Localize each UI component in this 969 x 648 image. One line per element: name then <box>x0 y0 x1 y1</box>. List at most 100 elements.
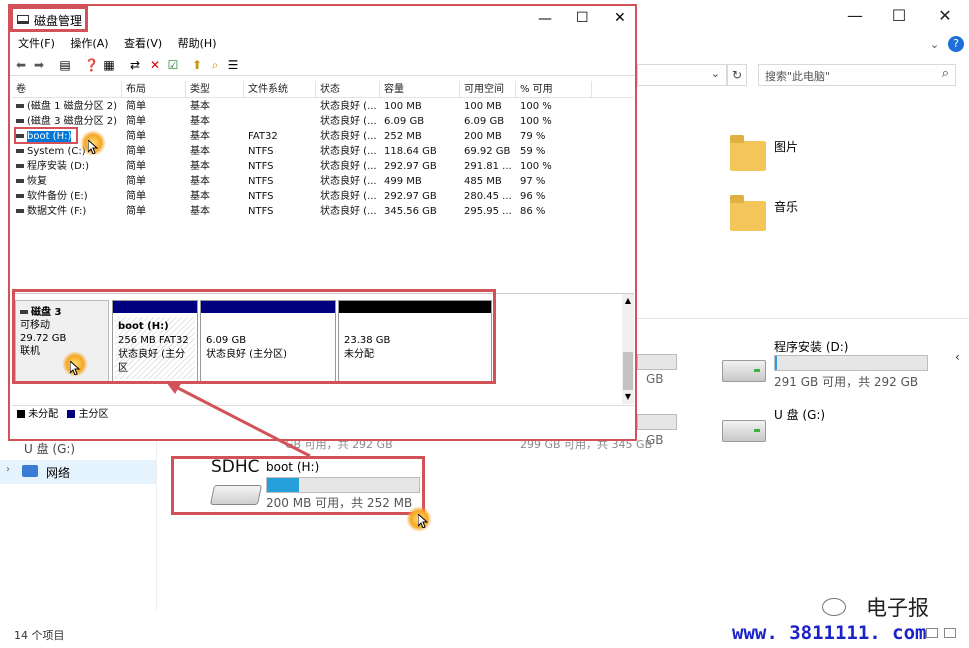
properties-icon[interactable]: ▤ <box>58 58 72 72</box>
nav-label-network: 网络 <box>46 466 71 480</box>
cell-layout: 简单 <box>126 131 146 142</box>
list-view-icon[interactable]: ☰ <box>226 58 240 72</box>
address-bar[interactable]: ⌄ <box>637 64 727 86</box>
minimize-button[interactable]: — <box>832 4 878 28</box>
divider <box>156 440 157 610</box>
maximize-button[interactable]: ☐ <box>876 4 922 28</box>
cell-status: 状态良好 (... <box>320 206 377 217</box>
column-header-status[interactable]: 状态 <box>316 81 380 98</box>
chevron-left-icon[interactable]: ‹ <box>955 350 969 370</box>
column-header-filesystem[interactable]: 文件系统 <box>244 81 316 98</box>
volume-name: (磁盘 3 磁盘分区 2) <box>27 116 118 127</box>
scroll-down-icon[interactable]: ▼ <box>622 392 634 401</box>
maximize-button[interactable]: ☐ <box>576 10 589 26</box>
help-icon[interactable]: ❓ <box>84 58 99 72</box>
disk-management-window: 磁盘管理 — ☐ ✕ 文件(F) 操作(A) 查看(V) 帮助(H) ⬅ ➡ ▤… <box>8 4 637 441</box>
column-header-layout[interactable]: 布局 <box>122 81 186 98</box>
column-header-percent-free[interactable]: % 可用 <box>516 81 592 98</box>
drive-name-h[interactable]: boot (H:) <box>266 460 319 474</box>
table-row[interactable]: 软件备份 (E:) 简单 基本 NTFS 状态良好 (... 292.97 GB 280.4… <box>12 189 634 204</box>
column-header-type[interactable]: 类型 <box>186 81 244 98</box>
vertical-scrollbar[interactable]: ▲ ▼ <box>622 294 634 404</box>
partition-unallocated[interactable]: 23.38 GB 未分配 <box>338 300 492 382</box>
chevron-down-icon[interactable]: ⌄ <box>930 38 939 51</box>
forward-icon[interactable]: ➡ <box>32 58 46 72</box>
cell-filesystem: NTFS <box>248 161 274 172</box>
cell-filesystem <box>244 99 316 114</box>
table-row[interactable]: (磁盘 1 磁盘分区 2) 简单 基本 状态良好 (... 100 MB 100 MB 10… <box>12 99 634 114</box>
cell-layout: 简单 <box>126 206 146 217</box>
column-header-capacity[interactable]: 容量 <box>380 81 460 98</box>
folder-label-music[interactable]: 音乐 <box>774 198 798 215</box>
back-icon[interactable]: ⬅ <box>14 58 28 72</box>
chevron-right-icon[interactable]: › <box>6 464 10 475</box>
volume-icon <box>16 179 24 183</box>
cell-free-space: 69.92 GB <box>464 146 511 157</box>
cell-type: 基本 <box>190 191 210 202</box>
minimize-button[interactable]: — <box>538 11 552 27</box>
refresh-icon[interactable]: ↻ <box>727 64 747 86</box>
details-view-icon[interactable] <box>926 628 938 638</box>
table-row[interactable]: (磁盘 3 磁盘分区 2) 简单 基本 状态良好 (... 6.09 GB 6.09 GB… <box>12 114 634 129</box>
nav-item-network[interactable]: › 网络 <box>0 460 156 484</box>
cell-type: 基本 <box>190 116 210 127</box>
menu-help[interactable]: 帮助(H) <box>178 34 217 54</box>
cell-free-space: 100 MB <box>464 101 502 112</box>
cell-filesystem: NTFS <box>248 176 274 187</box>
volume-icon <box>16 134 24 138</box>
menu-action[interactable]: 操作(A) <box>70 34 108 54</box>
volume-icon <box>16 149 24 153</box>
cell-percent-free: 97 % <box>520 176 546 187</box>
table-row[interactable]: 程序安装 (D:) 简单 基本 NTFS 状态良好 (... 292.97 GB 291.8… <box>12 159 634 174</box>
connect-icon[interactable]: ⇄ <box>128 58 142 72</box>
cell-free-space: 295.95 ... <box>464 206 512 217</box>
drive-free-partial: GB <box>646 372 664 386</box>
volume-name: System (C:) <box>27 146 86 157</box>
search-icon[interactable]: ⌕ <box>942 66 949 81</box>
partition-band <box>339 301 491 313</box>
search-folder-icon[interactable]: ⌕ <box>208 58 222 72</box>
table-row[interactable]: 数据文件 (F:) 简单 基本 NTFS 状态良好 (... 345.56 GB 295.9… <box>12 204 634 219</box>
table-row[interactable]: 恢复 简单 基本 NTFS 状态良好 (... 499 MB 485 MB 97 % <box>12 174 634 189</box>
scroll-up-icon[interactable]: ▲ <box>622 296 634 305</box>
cell-volume: 程序安装 (D:) <box>12 159 122 174</box>
close-button[interactable]: ✕ <box>614 10 626 26</box>
disk-name: 磁盘 3 <box>20 306 104 319</box>
folder-label-pictures[interactable]: 图片 <box>774 138 798 155</box>
help-icon[interactable]: ? <box>948 36 964 52</box>
drive-name-d[interactable]: 程序安装 (D:) <box>774 338 848 355</box>
cell-status: 状态良好 (... <box>320 161 377 172</box>
menu-file[interactable]: 文件(F) <box>18 34 55 54</box>
view-icon[interactable]: ▦ <box>102 58 116 72</box>
up-folder-icon[interactable]: ⬆ <box>190 58 204 72</box>
cell-layout: 简单 <box>126 191 146 202</box>
tiles-view-icon[interactable] <box>944 628 956 638</box>
volume-icon <box>16 209 24 213</box>
disk-state: 联机 <box>20 346 40 357</box>
partition-boot[interactable]: boot (H:) 256 MB FAT32 状态良好 (主分区 <box>112 300 198 382</box>
close-button[interactable]: ✕ <box>922 4 968 28</box>
drive-usage-bar-d <box>774 355 928 371</box>
partition-6gb[interactable]: 6.09 GB 状态良好 (主分区) <box>200 300 336 382</box>
cell-status: 状态良好 (... <box>320 176 377 187</box>
volume-icon <box>16 119 24 123</box>
volume-name: 数据文件 (F:) <box>27 206 87 217</box>
disk-label[interactable]: 磁盘 3 可移动 29.72 GB 联机 <box>15 300 109 382</box>
window-title: 磁盘管理 <box>34 14 83 28</box>
check-icon[interactable]: ☑ <box>166 58 180 72</box>
drive-free-h: 200 MB 可用，共 252 MB <box>266 496 413 510</box>
scrollbar-thumb[interactable] <box>623 352 633 390</box>
search-input[interactable]: 搜索"此电脑" ⌕ <box>758 64 956 86</box>
disk-kind: 可移动 <box>20 320 50 331</box>
menu-view[interactable]: 查看(V) <box>124 34 162 54</box>
chevron-down-icon[interactable]: ⌄ <box>711 67 720 80</box>
cell-type: 基本 <box>190 206 210 217</box>
drive-name-g[interactable]: U 盘 (G:) <box>774 406 825 423</box>
column-header-volume[interactable]: 卷 <box>12 81 122 98</box>
cell-type: 基本 <box>190 101 210 112</box>
column-header-free-space[interactable]: 可用空间 <box>460 81 516 98</box>
nav-item-usb-partial[interactable]: U 盘 (G:) <box>24 440 75 457</box>
cell-free-space: 6.09 GB <box>464 116 505 127</box>
cell-percent-free: 59 % <box>520 146 546 157</box>
delete-icon[interactable]: ✕ <box>148 58 162 72</box>
